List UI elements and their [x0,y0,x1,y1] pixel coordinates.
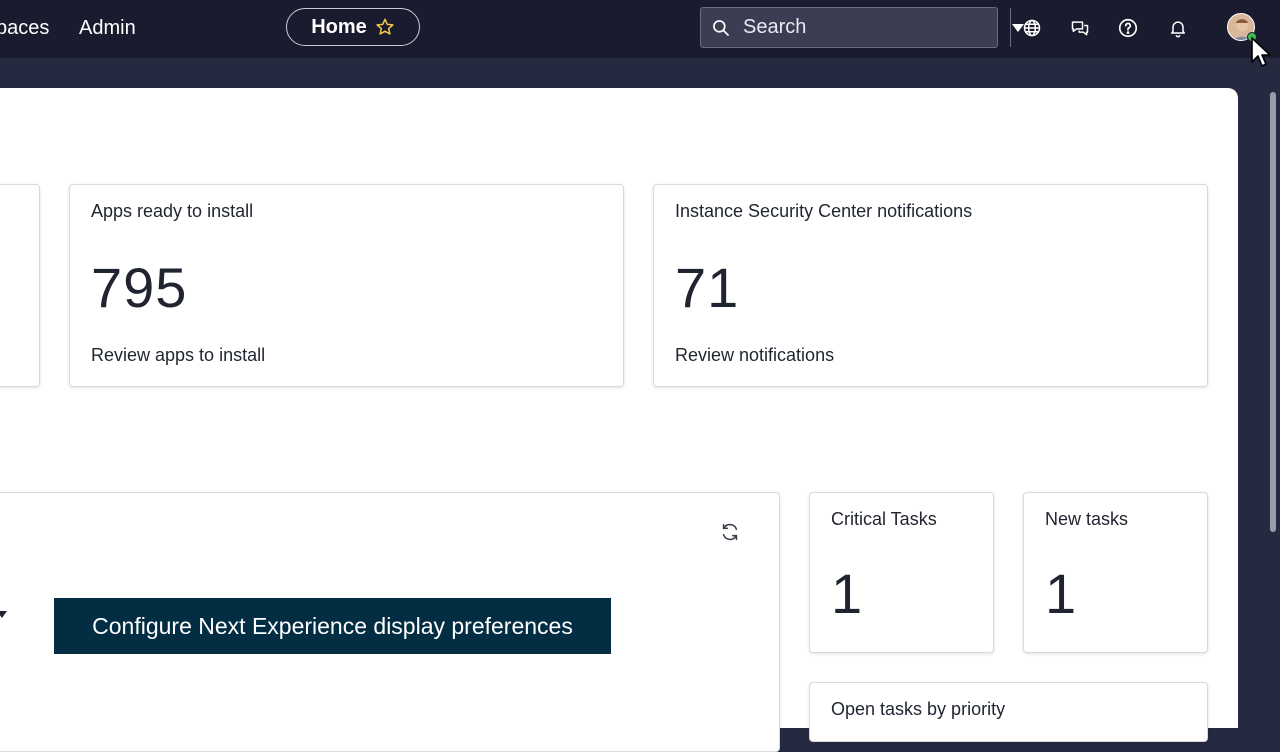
chat-icon[interactable] [1068,16,1092,40]
card-value: 71 [675,256,740,319]
apps-ready-card[interactable]: Apps ready to install 795 Review apps to… [69,184,624,387]
chevron-down-icon[interactable] [0,611,7,619]
review-apps-link[interactable]: Review apps to install [91,345,265,366]
card-title: New tasks [1045,509,1129,529]
globe-icon[interactable] [1020,16,1044,40]
security-notifications-card[interactable]: Instance Security Center notifications 7… [653,184,1208,387]
scrollbar[interactable] [1270,92,1276,532]
mouse-cursor [1251,37,1271,67]
home-button[interactable]: Home [286,8,420,46]
card-title: Critical Tasks [831,509,937,529]
card-title: Apps ready to install [91,201,254,221]
card-title: Instance Security Center notifications [675,201,973,221]
card-value: 1 [831,562,864,625]
partial-card-left [0,184,40,387]
nav-admin[interactable]: Admin [79,14,136,42]
critical-tasks-card[interactable]: Critical Tasks 1 [809,492,994,653]
cta-label: Configure Next Experience display prefer… [92,612,573,639]
refresh-icon[interactable] [719,521,741,543]
search-icon [711,18,731,38]
card-value: 1 [1045,562,1078,625]
dashboard-panel: Apps ready to install 795 Review apps to… [0,88,1238,752]
preferences-widget: Configure Next Experience display prefer… [0,492,780,752]
bell-icon[interactable] [1166,16,1190,40]
new-tasks-card[interactable]: New tasks 1 [1023,492,1208,653]
search-input[interactable] [741,7,1010,48]
open-tasks-by-priority-card[interactable]: Open tasks by priority [809,682,1208,742]
top-navigation-bar: paces Admin Home [0,0,1280,58]
nav-workspaces[interactable]: paces [0,14,49,42]
configure-preferences-button[interactable]: Configure Next Experience display prefer… [54,598,611,654]
review-notifications-link[interactable]: Review notifications [675,345,834,366]
global-search [700,7,1024,48]
home-label: Home [311,15,367,38]
help-icon[interactable] [1116,16,1140,40]
star-icon[interactable] [375,17,395,37]
card-title: Open tasks by priority [831,699,1006,719]
card-value: 795 [91,256,188,319]
